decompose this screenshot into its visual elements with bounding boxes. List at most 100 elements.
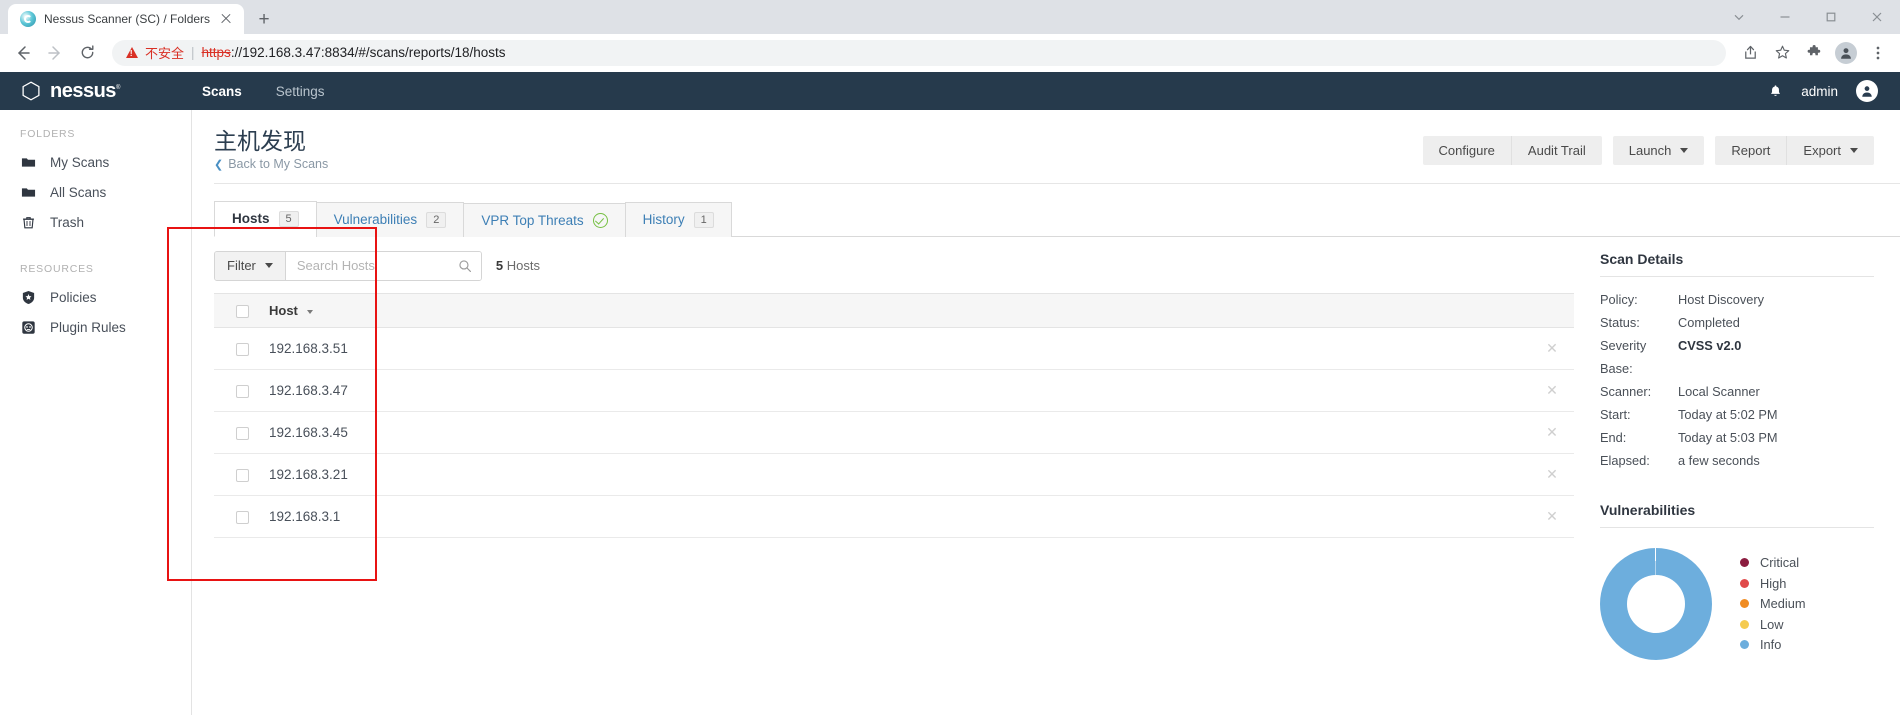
report-button[interactable]: Report: [1715, 136, 1787, 165]
minimize-icon[interactable]: [1762, 0, 1808, 34]
nessus-logo[interactable]: nessus: [20, 80, 180, 103]
chevron-down-icon: [1680, 148, 1689, 153]
sidebar-item-all-scans[interactable]: All Scans: [0, 177, 191, 207]
extensions-puzzle-icon[interactable]: [1800, 39, 1828, 67]
row-checkbox[interactable]: [236, 384, 249, 398]
maximize-icon[interactable]: [1808, 0, 1854, 34]
forward-icon[interactable]: [40, 38, 70, 68]
shield-star-icon: [20, 289, 36, 305]
main-content: 主机发现 ❮ Back to My Scans Configure Audit …: [167, 110, 1900, 715]
select-all-header: [214, 292, 259, 329]
tab-vulnerabilities[interactable]: Vulnerabilities 2: [315, 201, 465, 237]
nav-settings[interactable]: Settings: [276, 84, 325, 99]
tab-history[interactable]: History 1: [624, 201, 732, 237]
table-row[interactable]: 192.168.3.51 ✕: [214, 327, 1574, 370]
detail-value: Completed: [1678, 314, 1740, 330]
scan-details-list: Policy: Host Discovery Status: Completed…: [1600, 277, 1874, 472]
window-close-icon[interactable]: [1854, 0, 1900, 34]
share-icon[interactable]: [1736, 39, 1764, 67]
page-header: 主机发现 ❮ Back to My Scans Configure Audit …: [214, 110, 1900, 184]
bell-icon[interactable]: [1768, 84, 1783, 99]
user-avatar-icon[interactable]: [1856, 80, 1878, 102]
launch-button[interactable]: Launch: [1612, 136, 1705, 165]
sidebar-item-my-scans[interactable]: My Scans: [0, 147, 191, 177]
browser-toolbar-icons: [1736, 39, 1892, 67]
legend-dot: [1740, 599, 1749, 609]
sidebar-item-policies[interactable]: Policies: [0, 282, 191, 312]
row-checkbox[interactable]: [236, 426, 249, 440]
close-x-icon[interactable]: ✕: [1546, 508, 1558, 524]
row-checkbox[interactable]: [236, 510, 249, 524]
row-remove-cell: ✕: [1530, 369, 1574, 412]
hosts-count-number: 5: [495, 258, 504, 274]
audit-trail-button[interactable]: Audit Trail: [1510, 136, 1602, 165]
new-tab-button[interactable]: +: [250, 5, 278, 33]
detail-value: Local Scanner: [1678, 383, 1760, 399]
detail-policy: Policy: Host Discovery: [1600, 288, 1874, 311]
legend-dot: [1740, 619, 1749, 629]
address-bar[interactable]: 不安全 | https://192.168.3.47:8834/#/scans/…: [112, 39, 1726, 66]
chevron-down-icon[interactable]: [1716, 0, 1762, 34]
vulnerabilities-block: Vulnerabilities Critical High Medium Low…: [1600, 502, 1874, 660]
plugin-icon: [20, 319, 36, 335]
export-button[interactable]: Export: [1786, 136, 1874, 165]
table-row[interactable]: 192.168.3.1 ✕: [214, 495, 1574, 538]
row-remove-cell: ✕: [1530, 411, 1574, 454]
table-row[interactable]: 192.168.3.47 ✕: [214, 369, 1574, 412]
vulnerabilities-chart-row: Critical High Medium Low Info: [1600, 528, 1874, 660]
sidebar-item-label: Policies: [50, 289, 97, 305]
profile-avatar: [1835, 41, 1857, 64]
back-icon[interactable]: [8, 38, 38, 68]
content-area: Filter 5 Hosts: [214, 237, 1900, 660]
table-row[interactable]: 192.168.3.21 ✕: [214, 453, 1574, 496]
more-menu-icon[interactable]: [1864, 39, 1892, 67]
close-x-icon[interactable]: ✕: [1546, 466, 1558, 482]
sidebar-item-label: All Scans: [50, 184, 107, 200]
close-icon[interactable]: [218, 11, 234, 27]
search-icon[interactable]: [458, 259, 472, 273]
detail-key: End:: [1600, 429, 1627, 445]
detail-key: Status:: [1600, 314, 1640, 330]
chevron-left-icon: ❮: [214, 158, 224, 171]
tab-vpr-top-threats[interactable]: VPR Top Threats: [463, 202, 626, 237]
back-to-my-scans-link[interactable]: ❮ Back to My Scans: [214, 157, 328, 171]
report-export-group: Report Export: [1715, 136, 1874, 165]
search-input[interactable]: [296, 258, 458, 274]
tab-badge: 2: [426, 211, 447, 228]
legend-label: Info: [1760, 637, 1782, 653]
right-panel: Scan Details Policy: Host Discovery Stat…: [1600, 237, 1900, 660]
reload-icon[interactable]: [72, 38, 102, 68]
sidebar-item-label: Trash: [50, 214, 85, 230]
tab-badge: 5: [278, 210, 299, 227]
profile-avatar-icon[interactable]: [1832, 39, 1860, 67]
tab-hosts[interactable]: Hosts 5: [214, 200, 317, 237]
detail-value: a few seconds: [1678, 452, 1760, 468]
row-remove-cell: ✕: [1530, 453, 1574, 496]
row-checkbox[interactable]: [236, 468, 249, 482]
legend-label: High: [1760, 575, 1787, 591]
close-x-icon[interactable]: ✕: [1546, 424, 1558, 440]
close-x-icon[interactable]: ✕: [1546, 340, 1558, 356]
header-username[interactable]: admin: [1801, 84, 1838, 99]
vulnerabilities-donut-chart: [1600, 547, 1712, 660]
column-host[interactable]: Host: [259, 292, 1530, 329]
row-checkbox[interactable]: [236, 342, 249, 356]
table-row[interactable]: 192.168.3.45 ✕: [214, 411, 1574, 454]
select-all-checkbox[interactable]: [236, 305, 249, 318]
filter-button[interactable]: Filter: [215, 251, 286, 280]
nav-scans[interactable]: Scans: [202, 84, 242, 99]
tab-label: History: [642, 212, 685, 228]
hosts-table-head: Host: [214, 292, 1574, 329]
detail-value: Host Discovery: [1678, 291, 1765, 307]
sidebar-item-trash[interactable]: Trash: [0, 207, 191, 237]
legend-label: Medium: [1760, 596, 1806, 612]
tab-badge: 1: [693, 211, 714, 228]
configure-button[interactable]: Configure: [1422, 136, 1511, 165]
browser-tab-title: Nessus Scanner (SC) / Folders: [44, 12, 211, 26]
close-x-icon[interactable]: ✕: [1546, 382, 1558, 398]
browser-tab[interactable]: Nessus Scanner (SC) / Folders: [8, 4, 245, 34]
nessus-hexagon-icon: [20, 80, 42, 102]
bookmark-star-icon[interactable]: [1768, 39, 1796, 67]
sidebar-item-plugin-rules[interactable]: Plugin Rules: [0, 312, 191, 342]
check-circle-icon: [592, 212, 608, 228]
